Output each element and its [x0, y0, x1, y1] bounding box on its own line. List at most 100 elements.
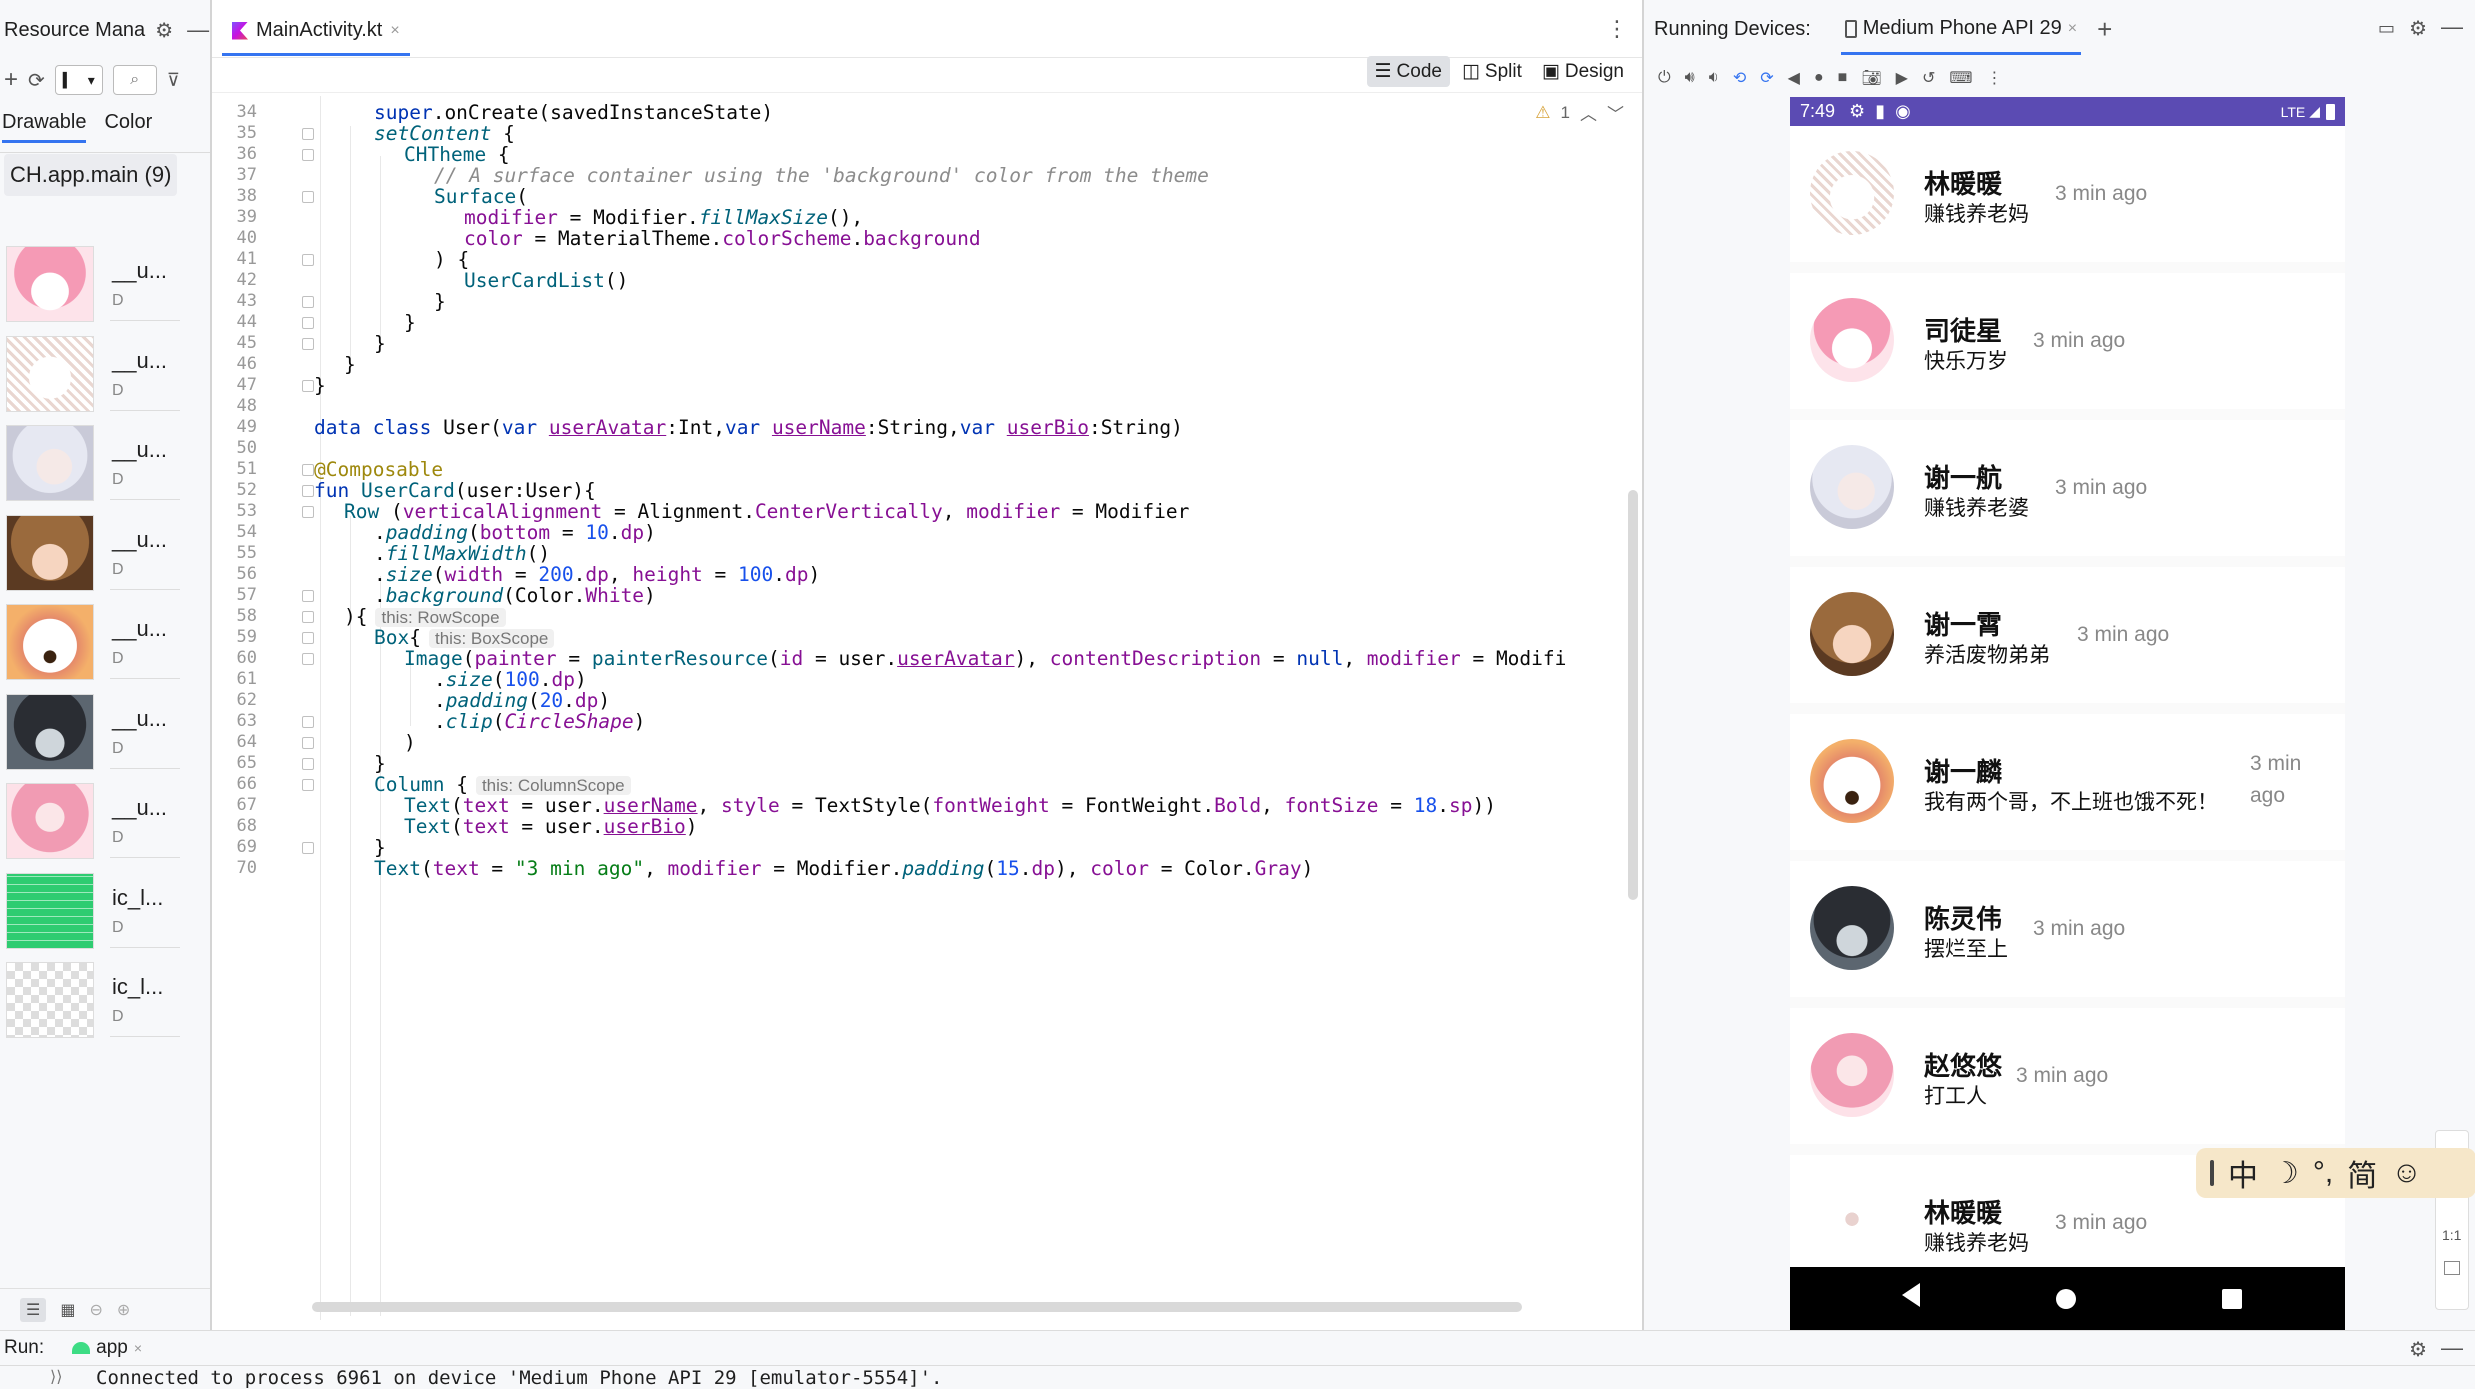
add-icon[interactable]: + [4, 66, 18, 94]
tab-drawable[interactable]: Drawable [2, 111, 87, 143]
code-line: } [314, 374, 326, 397]
user-card[interactable]: 谢一航 赚钱养老婆 3 min ago [1790, 420, 2345, 556]
power-icon[interactable]: ⏻ [1658, 69, 1671, 87]
user-card[interactable]: 赵悠悠 打工人 3 min ago [1790, 1008, 2345, 1144]
minimize-icon[interactable]: — [187, 17, 209, 43]
filter-icon[interactable]: ⊽ [167, 70, 180, 91]
volume-down-icon[interactable]: 🔉︎ [1709, 69, 1719, 87]
maximize-icon[interactable]: ▭ [2378, 18, 2395, 39]
add-device-icon[interactable]: + [2097, 14, 2112, 45]
search-field[interactable]: ⌕ [112, 65, 157, 95]
resource-item[interactable]: __u... D [6, 335, 206, 418]
rotate-right-icon[interactable]: ⟳ [1760, 68, 1773, 88]
more-vertical-icon[interactable]: ⋮ [1986, 68, 2002, 88]
gear-icon[interactable]: ⚙ [2409, 1337, 2427, 1362]
fold-marker[interactable] [302, 632, 314, 644]
editor-vertical-scrollbar[interactable] [1628, 490, 1638, 900]
fold-marker[interactable] [302, 254, 314, 266]
ime-handle[interactable] [2210, 1160, 2214, 1186]
run-config-tab[interactable]: app × [72, 1337, 142, 1359]
fold-marker[interactable] [302, 716, 314, 728]
resource-item[interactable]: __u... D [6, 783, 206, 865]
ime-simplified[interactable]: 简 [2347, 1151, 2377, 1195]
zoom-actual-size[interactable]: 1:1 [2442, 1227, 2461, 1243]
fold-marker[interactable] [302, 338, 314, 350]
fold-marker[interactable] [302, 779, 314, 791]
home-icon[interactable]: ● [1814, 69, 1824, 87]
extended-controls-icon[interactable]: ⌨ [1949, 68, 1972, 88]
snapshot-icon[interactable]: ↺ [1922, 68, 1935, 88]
fold-marker[interactable] [302, 737, 314, 749]
ime-moon-icon[interactable]: ☽ [2272, 1156, 2299, 1191]
device-tab[interactable]: Medium Phone API 29 × [1840, 3, 2082, 55]
fold-marker[interactable] [302, 653, 314, 665]
user-card[interactable]: 谢一霄 养活废物弟弟 3 min ago [1790, 567, 2345, 703]
user-card[interactable]: 谢一麟 我有两个哥，不上班也饿不死！ 3 min ago [1790, 714, 2345, 850]
nav-back-icon[interactable] [1902, 1283, 1920, 1307]
grid-view-icon[interactable]: ▦ [60, 1300, 75, 1320]
fold-marker[interactable] [302, 317, 314, 329]
resource-item[interactable]: __u... D [6, 604, 206, 686]
editor-horizontal-scrollbar[interactable] [312, 1302, 1522, 1312]
resource-item[interactable]: __u... D [6, 514, 206, 597]
zoom-in-icon[interactable]: ⊕ [117, 1300, 130, 1320]
nav-home-icon[interactable] [2056, 1289, 2076, 1309]
gear-icon[interactable]: ⚙ [155, 18, 173, 43]
fold-marker[interactable] [302, 380, 314, 392]
screenshot-icon[interactable]: 📷︎ [1861, 68, 1881, 88]
emulator-screen[interactable]: 7:49 ⚙ ▮ ◉ LTE ◢ 林暖暖 赚钱养老妈 3 min ago 司徒星 快乐万… [1790, 97, 2345, 1330]
user-card[interactable]: 林暖暖 赚钱养老妈 3 min ago [1790, 126, 2345, 262]
list-view-icon[interactable]: ☰ [20, 1297, 47, 1322]
fold-marker[interactable] [302, 296, 314, 308]
fold-marker[interactable] [302, 485, 314, 497]
resource-thumbnail [6, 693, 94, 770]
module-label[interactable]: CH.app.main (9) [4, 154, 178, 196]
fold-marker[interactable] [302, 590, 314, 602]
module-dropdown[interactable]: ▍ ▾ [54, 65, 103, 95]
fold-marker[interactable] [302, 149, 314, 161]
fold-marker[interactable] [302, 842, 314, 854]
view-mode-design[interactable]: ▣ Design [1534, 56, 1632, 87]
ime-chinese-mode[interactable]: 中 [2228, 1151, 2258, 1195]
resource-item[interactable]: ic_l... D [6, 872, 206, 955]
code-content[interactable]: super.onCreate(savedInstanceState) setCo… [314, 96, 1624, 1320]
user-card[interactable]: 陈灵伟 摆烂至上 3 min ago [1790, 861, 2345, 997]
run-side-icon[interactable]: ⟩⟩ [50, 1367, 62, 1387]
zoom-out-icon[interactable]: ⊖ [89, 1300, 102, 1320]
fold-marker[interactable] [302, 506, 314, 518]
volume-up-icon[interactable]: 🔊︎ [1685, 69, 1695, 87]
gear-icon[interactable]: ⚙ [2409, 16, 2427, 41]
rotate-left-icon[interactable]: ⟲ [1733, 68, 1746, 88]
ime-punctuation[interactable]: °, [2313, 1156, 2333, 1190]
resource-item[interactable]: ic_l... D [6, 962, 206, 1044]
close-icon[interactable]: × [2068, 20, 2077, 38]
resource-name: __u... [112, 258, 168, 283]
minimize-icon[interactable]: — [2441, 14, 2463, 40]
ime-toolbar[interactable]: 中 ☽ °, 简 ☺ [2196, 1148, 2475, 1198]
user-card[interactable]: 司徒星 快乐万岁 3 min ago [1790, 273, 2345, 409]
tab-color[interactable]: Color [104, 111, 152, 134]
user-name: 谢一航 [1924, 464, 2003, 494]
resource-item[interactable]: __u... D [6, 246, 206, 328]
view-mode-split[interactable]: ◫ Split [1454, 56, 1530, 87]
fold-marker[interactable] [302, 128, 314, 140]
ime-emoji-icon[interactable]: ☺ [2391, 1156, 2422, 1190]
editor-tab-mainactivity[interactable]: MainActivity.kt × [222, 8, 410, 56]
fold-marker[interactable] [302, 758, 314, 770]
minimize-icon[interactable]: — [2441, 1335, 2463, 1361]
refresh-icon[interactable]: ⟳ [28, 68, 45, 93]
more-vertical-icon[interactable]: ⋮ [1606, 16, 1628, 42]
close-icon[interactable]: × [390, 22, 399, 40]
fold-marker[interactable] [302, 191, 314, 203]
view-mode-code[interactable]: ☰ Code [1366, 56, 1450, 87]
close-icon[interactable]: × [134, 1340, 142, 1356]
nav-overview-icon[interactable] [2222, 1289, 2242, 1309]
record-icon[interactable]: ▶ [1896, 68, 1908, 88]
resource-item[interactable]: __u... D [6, 425, 206, 507]
fold-marker[interactable] [302, 464, 314, 476]
resource-item[interactable]: __u... D [6, 693, 206, 776]
fold-marker[interactable] [302, 611, 314, 623]
fit-screen-icon[interactable] [2444, 1261, 2460, 1275]
back-icon[interactable]: ◀ [1788, 68, 1800, 88]
overview-icon[interactable]: ■ [1838, 69, 1848, 87]
